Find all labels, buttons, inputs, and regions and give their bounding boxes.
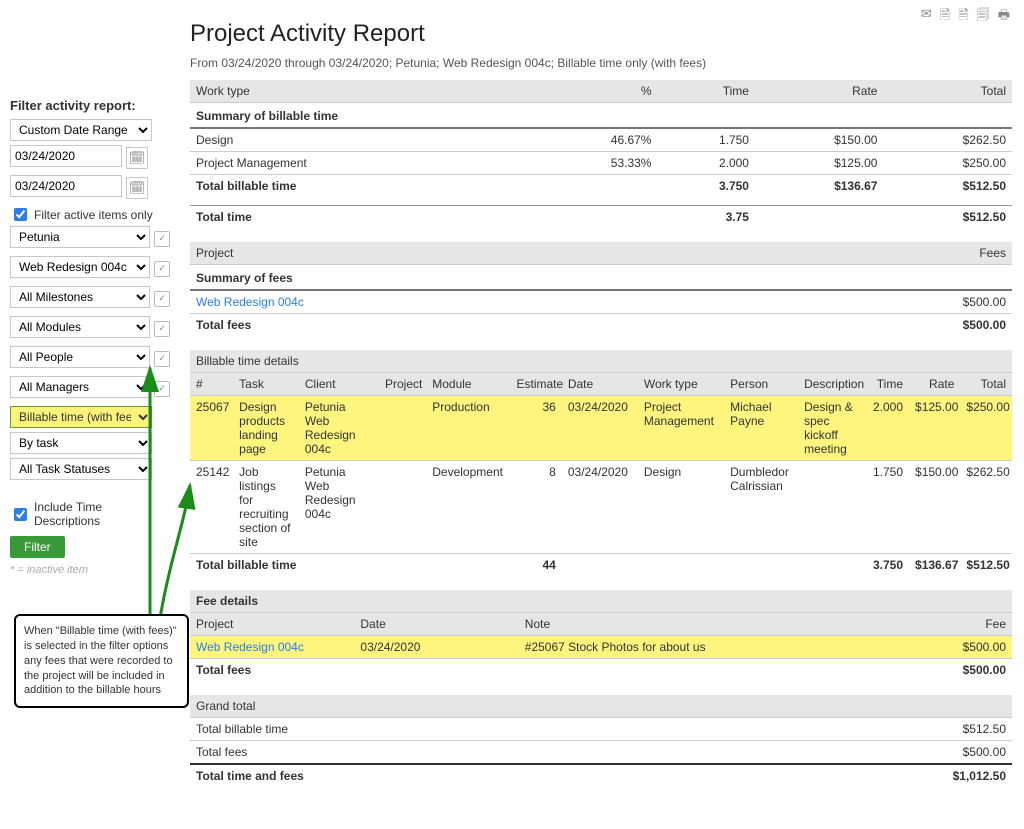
calendar-icon[interactable]: 🗓	[126, 147, 148, 169]
project-select[interactable]: Web Redesign 004c	[10, 256, 150, 278]
date-from-input[interactable]	[10, 145, 122, 167]
report-subtitle: From 03/24/2020 through 03/24/2020; Petu…	[190, 56, 1012, 70]
check-icon[interactable]: ✓	[154, 291, 170, 307]
summary-table: Work type%TimeRateTotal Summary of billa…	[190, 80, 1012, 228]
report-main: Project Activity Report From 03/24/2020 …	[190, 20, 1012, 787]
table-row: Web Redesign 004c03/24/2020#25067 Stock …	[190, 636, 1012, 659]
include-desc-checkbox[interactable]: Include Time Descriptions	[10, 500, 170, 528]
details-table: Billable time details #TaskClientProject…	[190, 350, 1012, 576]
table-row: 25142Job listings for recruiting section…	[190, 461, 1012, 554]
managers-select[interactable]: All Managers	[10, 376, 150, 398]
modules-select[interactable]: All Modules	[10, 316, 150, 338]
check-icon[interactable]: ✓	[154, 381, 170, 397]
billable-select[interactable]: Billable time (with fees)	[10, 406, 152, 428]
grand-total-table: Grand total Total billable time$512.50 T…	[190, 695, 1012, 787]
filter-sidebar: Filter activity report: Custom Date Rang…	[10, 98, 170, 576]
status-select[interactable]: All Task Statuses	[10, 458, 152, 480]
calendar-icon[interactable]: 🗓	[126, 177, 148, 199]
client-select[interactable]: Petunia	[10, 226, 150, 248]
active-only-checkbox[interactable]: Filter active items only	[10, 205, 170, 224]
table-row: 25067Design products landing pagePetunia…	[190, 396, 1012, 461]
annotation-callout: When "Billable time (with fees)" is sele…	[14, 614, 189, 708]
table-row: Design46.67%1.750$150.00$262.50	[190, 128, 1012, 152]
date-range-select[interactable]: Custom Date Range	[10, 119, 152, 141]
check-icon[interactable]: ✓	[154, 261, 170, 277]
people-select[interactable]: All People	[10, 346, 150, 368]
grouping-select[interactable]: By task	[10, 432, 152, 454]
page-title: Project Activity Report	[190, 20, 1012, 48]
check-icon[interactable]: ✓	[154, 231, 170, 247]
table-row: Project Management53.33%2.000$125.00$250…	[190, 152, 1012, 175]
table-row: Web Redesign 004c$500.00	[190, 290, 1012, 314]
sidebar-title: Filter activity report:	[10, 98, 170, 113]
fee-details-table: Fee details ProjectDateNoteFee Web Redes…	[190, 590, 1012, 681]
filter-button[interactable]: Filter	[10, 536, 65, 558]
date-to-input[interactable]	[10, 175, 122, 197]
inactive-hint: * = inactive item	[10, 564, 170, 576]
check-icon[interactable]: ✓	[154, 321, 170, 337]
check-icon[interactable]: ✓	[154, 351, 170, 367]
fees-summary-table: ProjectFees Summary of fees Web Redesign…	[190, 242, 1012, 336]
milestones-select[interactable]: All Milestones	[10, 286, 150, 308]
